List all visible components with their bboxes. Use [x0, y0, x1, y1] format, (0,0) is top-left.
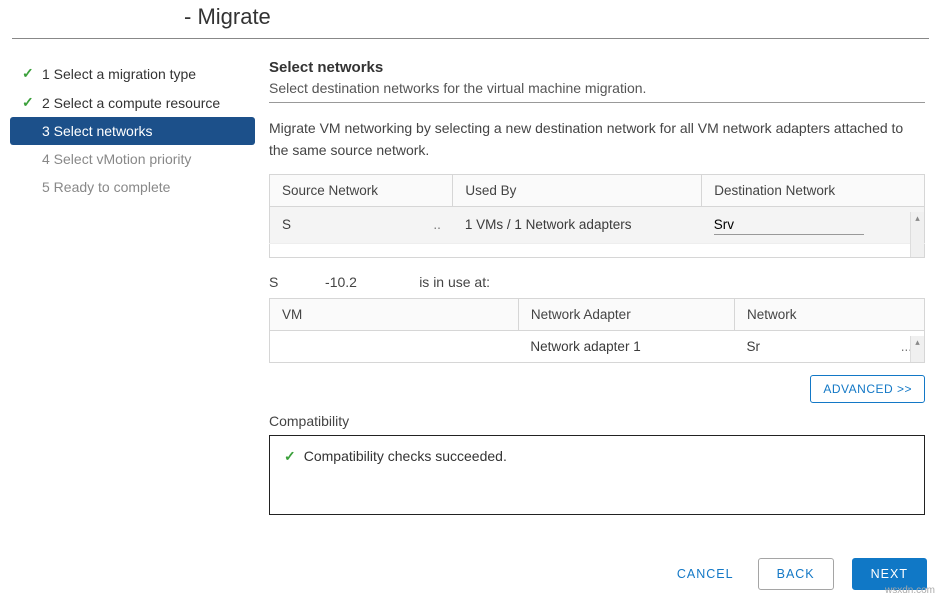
- compatibility-message: Compatibility checks succeeded.: [304, 448, 507, 464]
- step-label: 2 Select a compute resource: [42, 95, 220, 111]
- scrollbar[interactable]: ▴: [910, 212, 924, 257]
- main-content: Select networks Select destination netwo…: [255, 51, 931, 515]
- vm-table: VM Network Adapter Network Network adapt…: [269, 298, 925, 363]
- compatibility-box: ✓ Compatibility checks succeeded.: [269, 435, 925, 515]
- wizard-steps-sidebar: ✓ 1 Select a migration type ✓ 2 Select a…: [10, 51, 255, 515]
- step-select-compute-resource[interactable]: ✓ 2 Select a compute resource: [10, 88, 255, 117]
- table-row[interactable]: S .. 1 VMs / 1 Network adapters: [270, 206, 925, 243]
- col-used-by[interactable]: Used By: [453, 174, 702, 206]
- in-use-text: S -10.2 is in use at:: [269, 274, 925, 290]
- col-vm[interactable]: VM: [270, 298, 519, 330]
- dialog-title: - Migrate: [24, 4, 917, 30]
- col-destination-network[interactable]: Destination Network: [702, 174, 925, 206]
- section-title: Select networks: [269, 59, 925, 76]
- col-source-network[interactable]: Source Network: [270, 174, 453, 206]
- divider: [269, 102, 925, 103]
- watermark: wsxdn.com: [885, 585, 935, 596]
- advanced-button[interactable]: ADVANCED >>: [810, 375, 925, 403]
- step-select-vmotion-priority[interactable]: 4 Select vMotion priority: [10, 145, 255, 173]
- col-network-adapter[interactable]: Network Adapter: [518, 298, 734, 330]
- scroll-up-icon[interactable]: ▴: [911, 212, 924, 224]
- section-subtitle: Select destination networks for the virt…: [269, 80, 925, 96]
- step-label: 4 Select vMotion priority: [42, 151, 191, 167]
- step-label: 1 Select a migration type: [42, 66, 196, 82]
- cell-adapter: Network adapter 1: [518, 330, 734, 362]
- table-header-row: Source Network Used By Destination Netwo…: [270, 174, 925, 206]
- cell-network: Sr ...: [735, 330, 925, 362]
- compatibility-title: Compatibility: [269, 413, 925, 429]
- cell-destination-network: [702, 206, 925, 243]
- step-ready-to-complete[interactable]: 5 Ready to complete: [10, 173, 255, 201]
- check-icon: ✓: [22, 94, 36, 111]
- table-row[interactable]: Network adapter 1 Sr ...: [270, 330, 925, 362]
- step-select-networks[interactable]: 3 Select networks: [10, 117, 255, 145]
- networks-table: Source Network Used By Destination Netwo…: [269, 174, 925, 258]
- step-label: 5 Ready to complete: [42, 179, 170, 195]
- table-header-row: VM Network Adapter Network: [270, 298, 925, 330]
- check-icon: ✓: [22, 65, 36, 82]
- step-select-migration-type[interactable]: ✓ 1 Select a migration type: [10, 59, 255, 88]
- table-padding-row: [270, 243, 925, 257]
- networks-table-wrap: Source Network Used By Destination Netwo…: [269, 174, 925, 258]
- section-description: Migrate VM networking by selecting a new…: [269, 117, 925, 162]
- cancel-button[interactable]: CANCEL: [671, 559, 740, 589]
- scrollbar[interactable]: ▴: [910, 336, 924, 362]
- cell-vm: [270, 330, 519, 362]
- check-icon: ✓: [284, 448, 296, 465]
- cell-source-network: S ..: [270, 206, 453, 243]
- scroll-up-icon[interactable]: ▴: [911, 336, 924, 348]
- col-network[interactable]: Network: [735, 298, 925, 330]
- dialog-header: - Migrate: [12, 0, 929, 39]
- back-button[interactable]: BACK: [758, 558, 834, 590]
- vm-table-wrap: VM Network Adapter Network Network adapt…: [269, 298, 925, 363]
- cell-used-by: 1 VMs / 1 Network adapters: [453, 206, 702, 243]
- destination-network-select[interactable]: [714, 215, 864, 235]
- dialog-footer: CANCEL BACK NEXT: [0, 558, 941, 590]
- step-label: 3 Select networks: [42, 123, 153, 139]
